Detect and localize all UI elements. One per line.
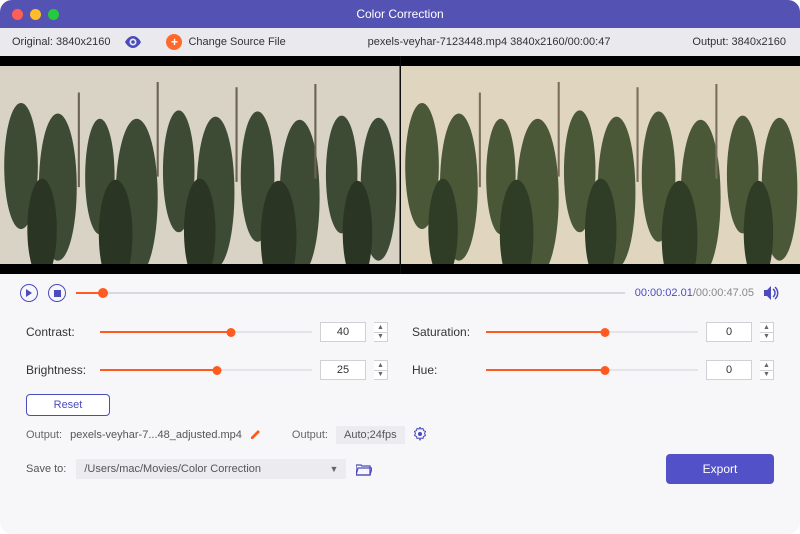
contrast-slider[interactable] <box>100 326 312 338</box>
export-button[interactable]: Export <box>666 454 774 484</box>
brightness-label: Brightness: <box>26 363 92 377</box>
format-settings-icon[interactable] <box>413 427 427 444</box>
file-info: pexels-veyhar-7123448.mp4 3840x2160/00:0… <box>286 36 693 48</box>
output-settings: Output: pexels-veyhar-7...48_adjusted.mp… <box>0 426 800 484</box>
seek-slider[interactable] <box>76 286 625 300</box>
open-folder-icon[interactable] <box>356 463 372 476</box>
hue-row: Hue: 0 ▲▼ <box>412 360 774 380</box>
timecode: 00:00:02.01/00:00:47.05 <box>635 287 754 299</box>
info-toolbar: Original: 3840x2160 + Change Source File… <box>0 28 800 56</box>
color-correction-window: Color Correction Original: 3840x2160 + C… <box>0 0 800 534</box>
play-button[interactable] <box>20 284 38 302</box>
saturation-row: Saturation: 0 ▲▼ <box>412 322 774 342</box>
brightness-stepper[interactable]: ▲▼ <box>374 360 388 380</box>
contrast-label: Contrast: <box>26 325 92 339</box>
stop-button[interactable] <box>48 284 66 302</box>
total-time: /00:00:47.05 <box>693 287 754 299</box>
output-resolution: Output: 3840x2160 <box>692 36 800 48</box>
hue-stepper[interactable]: ▲▼ <box>760 360 774 380</box>
saturation-label: Saturation: <box>412 325 478 339</box>
contrast-value[interactable]: 40 <box>320 322 366 342</box>
preview-area <box>0 56 800 274</box>
output-format-value[interactable]: Auto;24fps <box>336 426 405 444</box>
save-to-label: Save to: <box>26 463 66 475</box>
reset-button[interactable]: Reset <box>26 394 110 416</box>
change-source-button[interactable]: + Change Source File <box>152 34 285 50</box>
saturation-value[interactable]: 0 <box>706 322 752 342</box>
adjusted-preview <box>401 56 800 274</box>
brightness-row: Brightness: 25 ▲▼ <box>26 360 388 380</box>
titlebar: Color Correction <box>0 0 800 28</box>
original-preview <box>0 56 400 274</box>
brightness-value[interactable]: 25 <box>320 360 366 380</box>
hue-label: Hue: <box>412 363 478 377</box>
edit-filename-icon[interactable] <box>250 428 262 443</box>
contrast-row: Contrast: 40 ▲▼ <box>26 322 388 342</box>
current-time: 00:00:02.01 <box>635 287 693 299</box>
save-path-dropdown[interactable]: /Users/mac/Movies/Color Correction ▼ <box>76 459 346 479</box>
chevron-down-icon: ▼ <box>329 464 338 474</box>
change-source-label: Change Source File <box>188 36 285 48</box>
hue-slider[interactable] <box>486 364 698 376</box>
output-filename: pexels-veyhar-7...48_adjusted.mp4 <box>70 429 242 441</box>
saturation-slider[interactable] <box>486 326 698 338</box>
volume-icon[interactable] <box>764 286 780 300</box>
original-resolution: Original: 3840x2160 <box>0 36 110 48</box>
window-title: Color Correction <box>0 7 800 21</box>
contrast-stepper[interactable]: ▲▼ <box>374 322 388 342</box>
brightness-slider[interactable] <box>100 364 312 376</box>
plus-icon: + <box>166 34 182 50</box>
preview-toggle-icon[interactable] <box>124 36 142 48</box>
saturation-stepper[interactable]: ▲▼ <box>760 322 774 342</box>
playback-controls: 00:00:02.01/00:00:47.05 Contrast: 40 ▲▼ … <box>0 274 800 416</box>
hue-value[interactable]: 0 <box>706 360 752 380</box>
output-file-label: Output: <box>26 429 62 441</box>
output-format-label: Output: <box>292 429 328 441</box>
save-path-value: /Users/mac/Movies/Color Correction <box>84 463 261 475</box>
